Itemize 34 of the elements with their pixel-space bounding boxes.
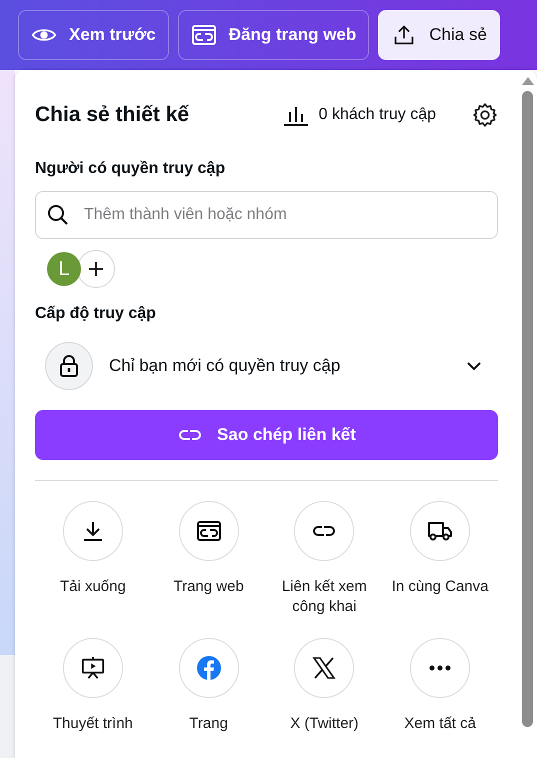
more-icon: [428, 664, 452, 672]
share-option[interactable]: X (Twitter): [266, 638, 382, 758]
presentation-icon: [80, 656, 106, 680]
toolbar-button[interactable]: Đăng trang web: [178, 10, 370, 60]
panel-title: Chia sẻ thiết kế: [35, 103, 190, 127]
visitor-count[interactable]: 0 khách truy cập: [318, 106, 436, 124]
section-heading: Người có quyền truy cập: [35, 160, 226, 178]
search-field[interactable]: Thêm thành viên hoặc nhóm: [35, 191, 498, 239]
share-option[interactable]: Thuyết trình: [35, 638, 151, 758]
share-option[interactable]: Trang web: [150, 501, 266, 626]
share-option[interactable]: Tải xuống: [35, 501, 151, 626]
share-option[interactable]: Xem tất cả: [382, 638, 498, 758]
facebook-icon: [196, 656, 222, 680]
section-heading: Cấp độ truy cập: [35, 305, 157, 323]
add-member-button[interactable]: [77, 250, 115, 288]
scrollbar-thumb[interactable]: [522, 91, 533, 727]
website-icon: [196, 519, 222, 543]
scroll-up-icon[interactable]: [522, 77, 534, 85]
website-icon: [190, 24, 217, 46]
copy-link-button[interactable]: Sao chép liên kết: [35, 410, 498, 460]
plus-icon: [88, 261, 104, 277]
lock-icon: [59, 354, 79, 378]
truck-icon: [427, 519, 454, 543]
share-option[interactable]: In cùng Canva: [382, 501, 498, 626]
share-option[interactable]: Trang: [150, 638, 266, 758]
bar-chart-icon: [282, 104, 309, 126]
toolbar-button[interactable]: Xem trước: [18, 10, 169, 60]
share-option[interactable]: Liên kết xem công khai: [266, 501, 382, 626]
x-logo-icon: [311, 656, 338, 680]
access-level-dropdown[interactable]: Chỉ bạn mới có quyền truy cập: [35, 334, 498, 398]
settings-icon[interactable]: [472, 102, 498, 128]
search-icon: [47, 204, 69, 226]
toolbar-button[interactable]: Chia sẻ: [378, 10, 500, 60]
chevron-down-icon: [466, 361, 482, 371]
